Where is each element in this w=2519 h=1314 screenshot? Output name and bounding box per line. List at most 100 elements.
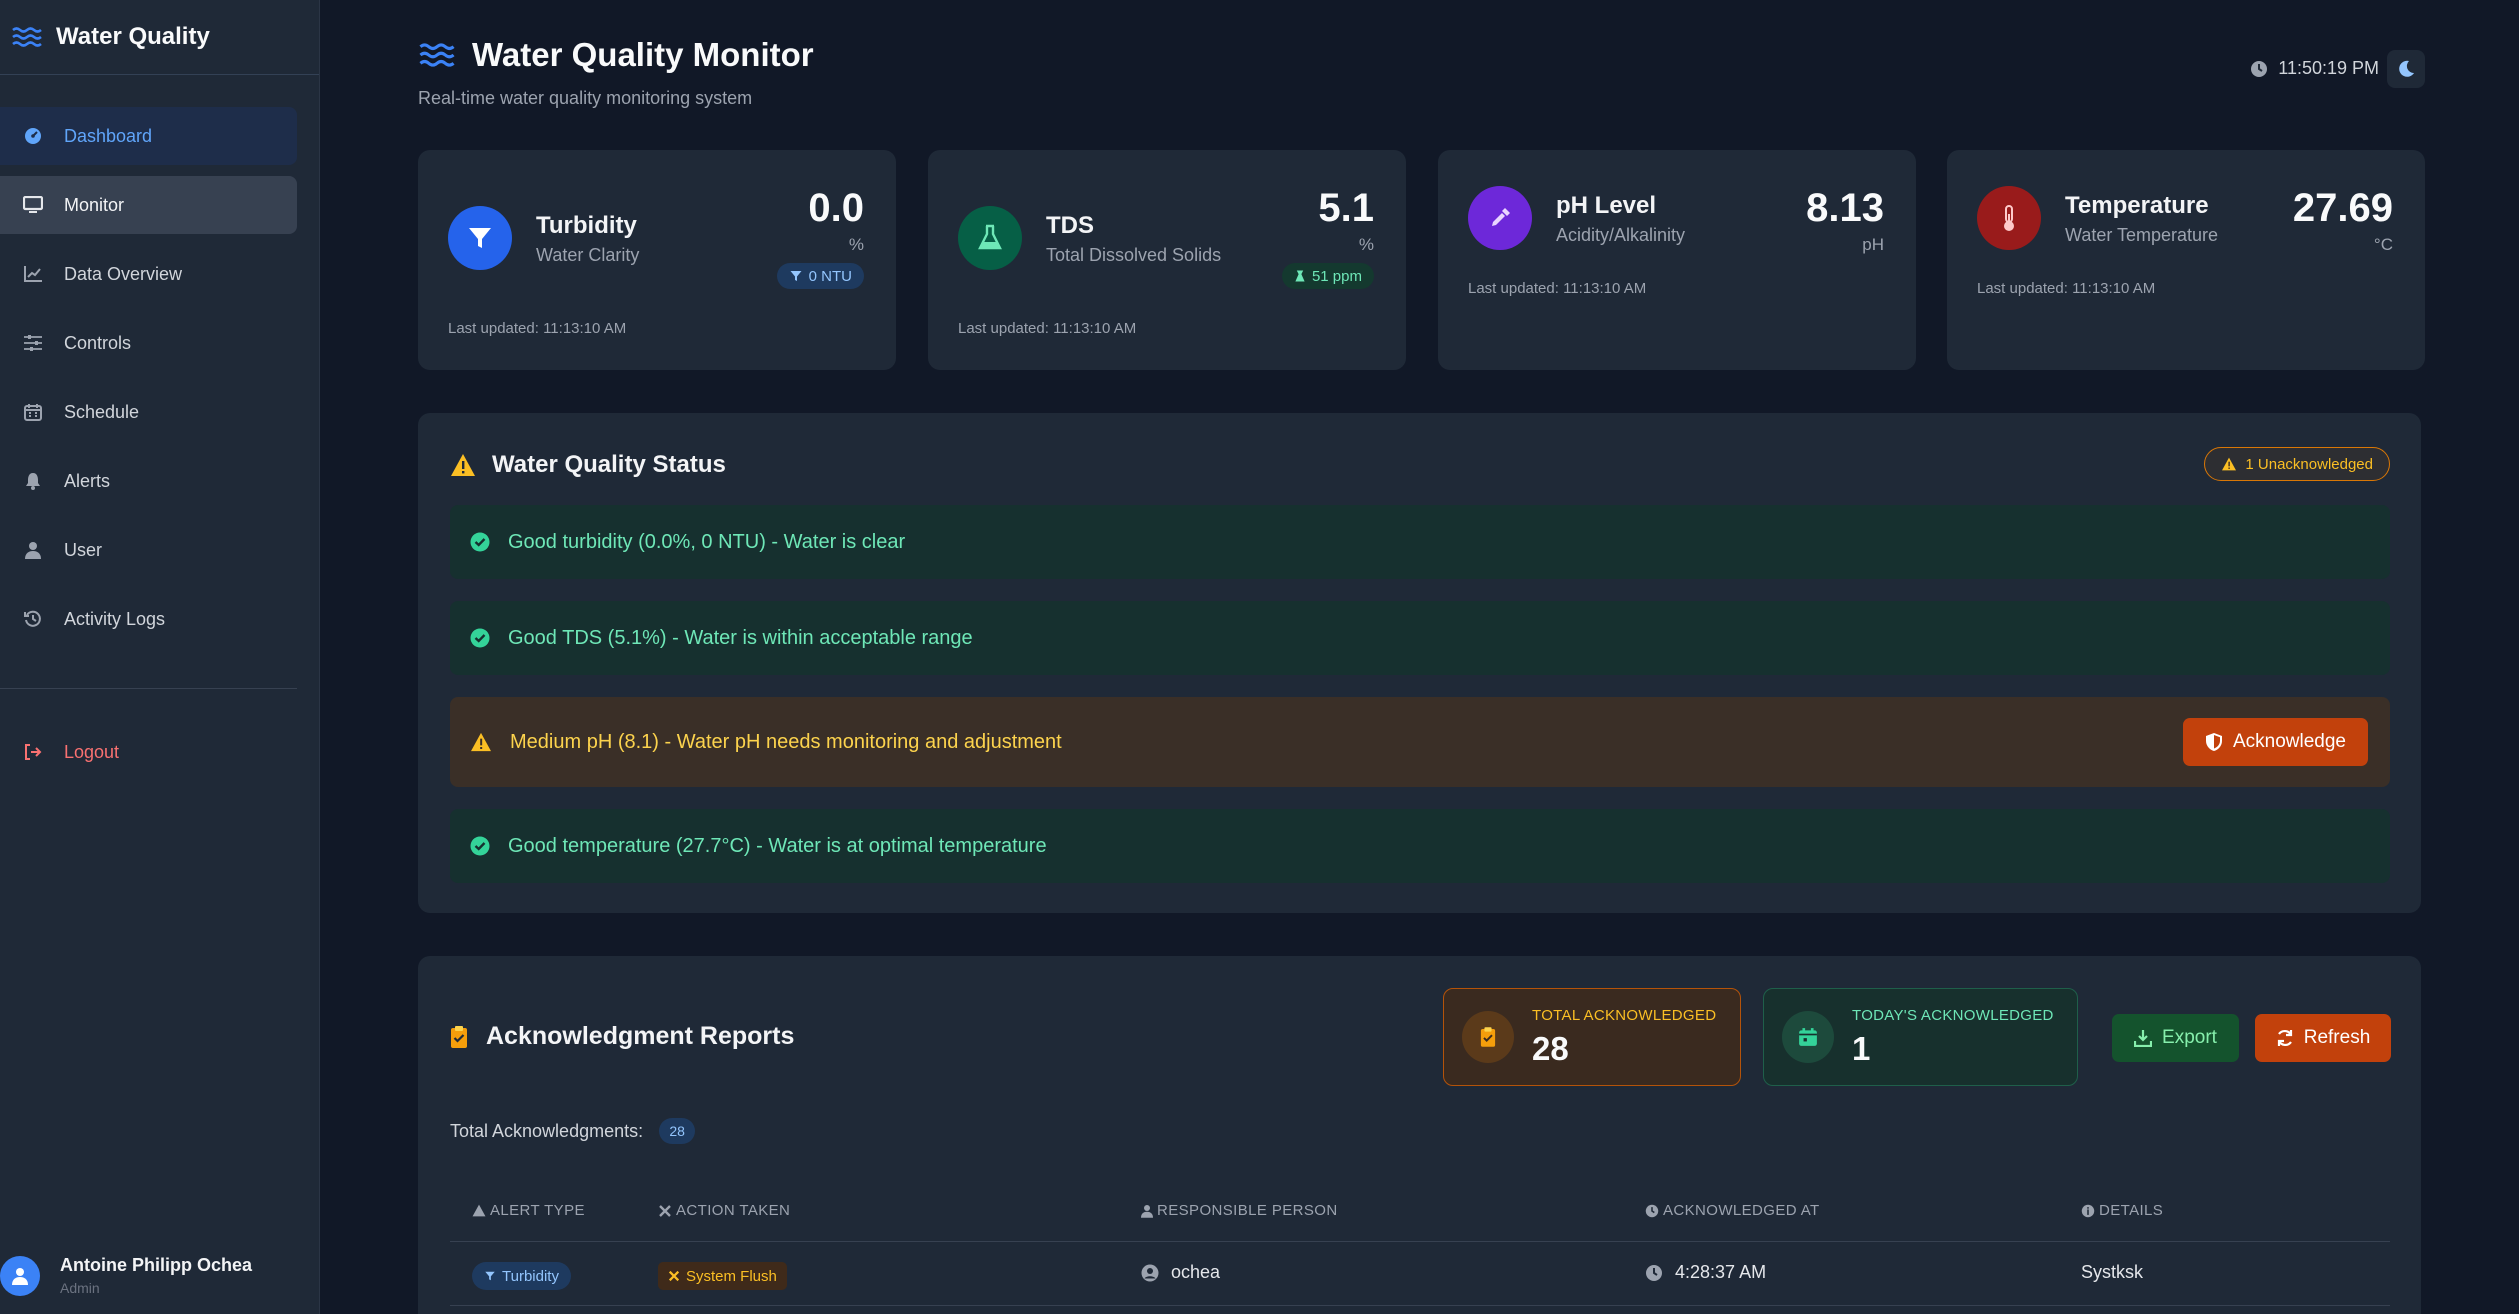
- calendar-icon: [22, 401, 44, 423]
- info-icon: [2081, 1204, 2095, 1217]
- bell-icon: [22, 470, 44, 492]
- water-wave-icon: [419, 43, 455, 67]
- refresh-label: Refresh: [2303, 1027, 2371, 1048]
- unacknowledged-text: 1 Unacknowledged: [2245, 455, 2373, 473]
- clipboard-check-icon: [451, 1025, 467, 1048]
- card-subtitle: Water Clarity: [536, 245, 640, 265]
- card-name: TDS: [1046, 212, 1094, 239]
- warning-icon: [451, 454, 475, 476]
- user-profile[interactable]: Antoine Philipp Ochea Admin: [0, 1255, 252, 1296]
- refresh-icon: [2277, 1029, 2292, 1047]
- acknowledgment-reports-panel: Acknowledgment Reports TOTAL ACKNOWLEDGE…: [418, 956, 2421, 1314]
- status-row-temperature: Good temperature (27.7°C) - Water is at …: [450, 809, 2390, 883]
- sidebar-item-monitor[interactable]: Monitor: [0, 176, 297, 234]
- column-responsible-person[interactable]: RESPONSIBLE PERSON: [1141, 1202, 1338, 1219]
- card-value: 27.69: [2292, 186, 2393, 230]
- column-acknowledged-at[interactable]: ACKNOWLEDGED AT: [1645, 1202, 1820, 1219]
- check-circle-icon: [470, 532, 490, 552]
- brand-title: Water Quality: [56, 23, 210, 50]
- export-button[interactable]: Export: [2112, 1014, 2239, 1062]
- card-name: Temperature: [2065, 192, 2209, 219]
- sidebar-item-label: Schedule: [64, 401, 140, 422]
- warning-icon: [2222, 457, 2237, 471]
- sidebar-item-activity-logs[interactable]: Activity Logs: [0, 590, 297, 648]
- clock-icon: [1646, 1264, 1662, 1281]
- sidebar-item-user[interactable]: User: [0, 521, 297, 579]
- clock-time: 11:50:19 PM: [2278, 58, 2379, 78]
- logout-icon: [22, 741, 44, 763]
- sidebar-item-data-overview[interactable]: Data Overview: [0, 245, 297, 303]
- sidebar: Water Quality Dashboard Monitor Data Ove…: [0, 0, 320, 1314]
- details-text: Systksk: [2081, 1262, 2144, 1282]
- todays-acknowledged-stat: TODAY'S ACKNOWLEDGED 1: [1763, 988, 2078, 1086]
- card-last-updated: Last updated: 11:13:10 AM: [958, 320, 1137, 337]
- action-taken-tag: System Flush: [658, 1262, 787, 1290]
- ph-card: pH Level Acidity/Alkalinity 8.13 pH Last…: [1438, 150, 1916, 370]
- card-name: Turbidity: [536, 212, 637, 239]
- tds-card: TDS Total Dissolved Solids 5.1 % 51 ppm …: [928, 150, 1406, 370]
- details-cell: Systksk: [2081, 1262, 2143, 1283]
- chart-line-icon: [22, 263, 44, 285]
- download-icon: [2134, 1030, 2153, 1047]
- card-badge: 0 NTU: [776, 263, 864, 289]
- page-subtitle: Real-time water quality monitoring syste…: [418, 88, 753, 108]
- turbidity-card: Turbidity Water Clarity 0.0 % 0 NTU Last…: [418, 150, 896, 370]
- flask-icon: [958, 206, 1022, 270]
- user-circle-icon: [1141, 1264, 1159, 1281]
- sidebar-item-dashboard[interactable]: Dashboard: [0, 107, 297, 165]
- logout-button[interactable]: Logout: [0, 723, 297, 781]
- card-subtitle: Water Temperature: [2065, 225, 2219, 245]
- card-badge: 51 ppm: [1281, 263, 1374, 289]
- theme-toggle-button[interactable]: [2387, 50, 2425, 88]
- stat-label: TODAY'S ACKNOWLEDGED: [1852, 1006, 2054, 1024]
- card-value: 5.1: [1318, 186, 1374, 230]
- temperature-card: Temperature Water Temperature 27.69 °C L…: [1947, 150, 2425, 370]
- status-row-tds: Good TDS (5.1%) - Water is within accept…: [450, 601, 2390, 675]
- acknowledged-at-cell: 4:28:37 AM: [1645, 1262, 1766, 1283]
- warning-icon: [472, 1204, 486, 1217]
- stat-label: TOTAL ACKNOWLEDGED: [1532, 1006, 1717, 1024]
- status-text: Good turbidity (0.0%, 0 NTU) - Water is …: [508, 530, 906, 553]
- responsible-person-text: ochea: [1171, 1262, 1221, 1282]
- card-badge-text: 51 ppm: [1311, 267, 1362, 285]
- user-role: Admin: [60, 1280, 100, 1296]
- column-label: ALERT TYPE: [490, 1202, 585, 1219]
- total-ack-count-badge: 28: [659, 1118, 696, 1144]
- user-icon: [22, 539, 44, 561]
- flask-icon: [1295, 270, 1305, 282]
- column-details[interactable]: DETAILS: [2081, 1202, 2163, 1219]
- sidebar-item-alerts[interactable]: Alerts: [0, 452, 297, 510]
- sliders-icon: [22, 332, 44, 354]
- card-last-updated: Last updated: 11:13:10 AM: [1977, 280, 2156, 297]
- card-unit: pH: [1862, 235, 1884, 254]
- shield-icon: [2205, 733, 2222, 751]
- refresh-button[interactable]: Refresh: [2255, 1014, 2391, 1062]
- column-label: ACKNOWLEDGED AT: [1663, 1202, 1820, 1219]
- acknowledge-button[interactable]: Acknowledge: [2182, 718, 2368, 766]
- acknowledged-at-text: 4:28:37 AM: [1675, 1262, 1767, 1282]
- sidebar-item-schedule[interactable]: Schedule: [0, 383, 297, 441]
- table-row[interactable]: Turbidity System Flush ochea 4:28:37 AM …: [450, 1242, 2390, 1306]
- column-label: DETAILS: [2099, 1202, 2164, 1219]
- check-circle-icon: [470, 836, 490, 856]
- status-text: Good TDS (5.1%) - Water is within accept…: [508, 626, 973, 649]
- column-action-taken[interactable]: ACTION TAKEN: [658, 1202, 790, 1219]
- clock: 11:50:19 PM: [2250, 58, 2379, 79]
- tools-icon: [668, 1270, 680, 1282]
- sidebar-item-label: Data Overview: [64, 263, 183, 284]
- water-wave-icon: [12, 27, 42, 47]
- reports-title: Acknowledgment Reports: [486, 1022, 795, 1050]
- table-header: ALERT TYPE ACTION TAKEN RESPONSIBLE PERS…: [450, 1180, 2390, 1242]
- card-name: pH Level: [1556, 192, 1657, 219]
- column-alert-type[interactable]: ALERT TYPE: [472, 1202, 585, 1219]
- sidebar-item-label: Dashboard: [64, 125, 153, 146]
- eyedropper-icon: [1468, 186, 1532, 250]
- total-ack-label: Total Acknowledgments:: [450, 1120, 644, 1141]
- main-content: Water Quality Monitor Real-time water qu…: [320, 0, 2519, 1314]
- status-text: Medium pH (8.1) - Water pH needs monitor…: [510, 730, 1062, 753]
- funnel-icon: [448, 206, 512, 270]
- history-icon: [22, 608, 44, 630]
- sidebar-item-controls[interactable]: Controls: [0, 314, 297, 372]
- total-acknowledgments: Total Acknowledgments: 28: [450, 1118, 696, 1144]
- sidebar-item-label: Monitor: [64, 194, 125, 215]
